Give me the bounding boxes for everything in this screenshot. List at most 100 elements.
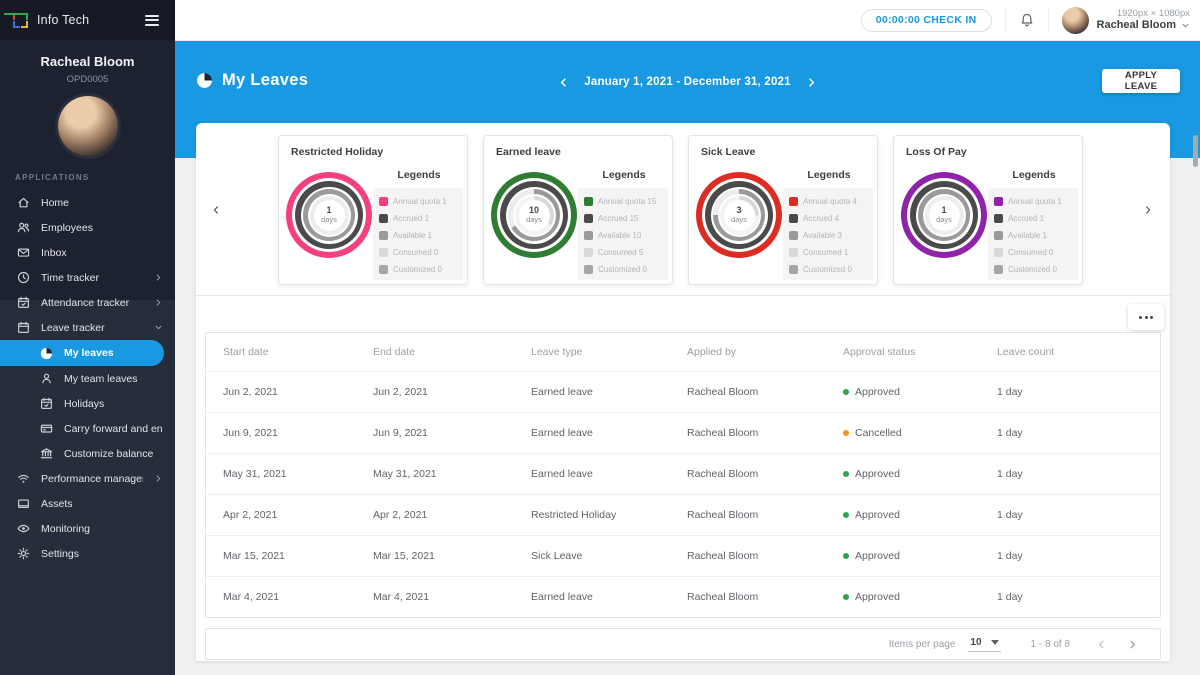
items-per-page-select[interactable]: 10 [968,637,1000,652]
donut-center-value: 10 [529,206,539,215]
legend-item: Available 1 [379,227,463,244]
sidebar-item-home[interactable]: Home [0,190,175,215]
cell-leave-count: 1 day [997,550,1160,562]
legend-label: Customized 0 [598,265,647,274]
table-row[interactable]: Jun 9, 2021Jun 9, 2021Earned leaveRachea… [206,412,1160,453]
sidebar-item-carry-forward-and-encashm[interactable]: Carry forward and encashm [0,416,175,441]
legend-label: Accrued 1 [393,214,429,223]
cell-approval-status: Approved [843,591,997,603]
legend-item: Annual quota 4 [789,193,873,210]
cell-approval-status: Approved [843,468,997,480]
cell-leave-type: Earned leave [531,427,687,439]
leave-card-title: Restricted Holiday [291,146,383,158]
sidebar-item-holidays[interactable]: Holidays [0,391,175,416]
leave-donut-chart: 10days [491,172,577,258]
table-row[interactable]: Apr 2, 2021Apr 2, 2021Restricted Holiday… [206,494,1160,535]
pagination-next-icon[interactable] [1127,639,1138,650]
hamburger-menu-icon[interactable] [142,12,162,29]
sidebar-item-monitoring[interactable]: Monitoring [0,516,175,541]
legend-swatch [994,231,1003,240]
pagination-prev-icon[interactable] [1096,639,1107,650]
status-dot [843,471,849,477]
sidebar-item-performance-management[interactable]: Performance management [0,466,175,491]
table-row[interactable]: Mar 4, 2021Mar 4, 2021Earned leaveRachea… [206,576,1160,617]
scrollbar-thumb[interactable] [1193,135,1198,167]
legend-list: Annual quota 15Accrued 15Available 10Con… [578,188,668,280]
legend-item: Consumed 0 [994,244,1078,261]
leave-card-title: Earned leave [496,146,561,158]
table-row[interactable]: May 31, 2021May 31, 2021Earned leaveRach… [206,453,1160,494]
sidebar-item-employees[interactable]: Employees [0,215,175,240]
sidebar-item-time-tracker[interactable]: Time tracker [0,265,175,290]
prev-period-chevron-icon[interactable] [558,77,569,88]
legend-label: Accrued 1 [1008,214,1044,223]
sidebar-profile: Racheal Bloom OPD0005 [0,40,175,156]
sidebar-item-my-leaves[interactable]: My leaves [0,340,164,366]
legend-item: Customized 0 [379,261,463,278]
table-row[interactable]: Mar 15, 2021Mar 15, 2021Sick LeaveRachea… [206,535,1160,576]
donut-center-unit: days [321,215,337,225]
topbar-avatar [1062,7,1089,34]
legend-swatch [379,265,388,274]
sidebar-item-inbox[interactable]: Inbox [0,240,175,265]
legend-swatch [584,197,593,206]
gear-icon [17,547,30,560]
profile-employee-id: OPD0005 [0,74,175,85]
sidebar-item-settings[interactable]: Settings [0,541,175,566]
legend-label: Available 10 [598,231,641,240]
sidebar-item-customize-balance[interactable]: Customize balance [0,441,175,466]
cell-start-date: Mar 4, 2021 [223,591,373,603]
legend-swatch [789,248,798,257]
leave-donut-chart: 1days [286,172,372,258]
cell-end-date: Jun 9, 2021 [373,427,531,439]
legend-label: Annual quota 1 [393,197,447,206]
profile-avatar[interactable] [58,96,118,156]
legend-label: Consumed 5 [598,248,643,257]
sidebar-item-my-team-leaves[interactable]: My team leaves [0,366,175,391]
topbar-divider [1048,8,1049,32]
sidebar-item-leave-tracker[interactable]: Leave tracker [0,315,175,340]
legend-item: Customized 0 [994,261,1078,278]
carousel-right-arrow-icon[interactable] [1137,199,1159,221]
legend-item: Available 10 [584,227,668,244]
pie-icon [40,347,53,360]
applications-section-label: APPLICATIONS [15,173,175,182]
sidebar-item-label: Settings [41,548,79,560]
leave-card-earned-leave: Earned leave10daysLegendsAnnual quota 15… [483,135,673,285]
check-in-button[interactable]: 00:00:00 CHECK IN [861,9,992,32]
items-per-page-value: 10 [970,637,981,648]
next-period-chevron-icon[interactable] [806,77,817,88]
sidebar-nav: HomeEmployeesInboxTime trackerAttendance… [0,190,175,566]
status-label: Approved [855,468,900,480]
status-dot [843,594,849,600]
cell-leave-type: Restricted Holiday [531,509,687,521]
sidebar-item-attendance-tracker[interactable]: Attendance tracker [0,290,175,315]
cell-leave-count: 1 day [997,468,1160,480]
table-row[interactable]: Jun 2, 2021Jun 2, 2021Earned leaveRachea… [206,371,1160,412]
leave-donut-chart: 1days [901,172,987,258]
legend-label: Annual quota 4 [803,197,857,206]
sidebar-item-label: Monitoring [41,523,90,535]
profile-name: Racheal Bloom [0,54,175,69]
clock-icon [17,271,30,284]
legend-swatch [789,265,798,274]
apply-leave-button[interactable]: APPLY LEAVE [1102,69,1180,93]
carousel-left-arrow-icon[interactable] [205,199,227,221]
legend-item: Accrued 1 [994,210,1078,227]
notifications-bell-icon[interactable] [1019,12,1035,28]
sidebar-item-label: Assets [41,498,73,510]
legend-swatch [584,248,593,257]
leave-card-title: Loss Of Pay [906,146,967,158]
user-menu[interactable]: 1920px × 1080px Racheal Bloom [1062,7,1194,34]
cell-start-date: Apr 2, 2021 [223,509,373,521]
legend-swatch [994,265,1003,274]
cell-end-date: May 31, 2021 [373,468,531,480]
cell-leave-count: 1 day [997,509,1160,521]
more-options-button[interactable] [1128,304,1164,330]
sidebar-item-assets[interactable]: Assets [0,491,175,516]
chevron-down-icon [1181,21,1190,30]
sidebar-item-label: Leave tracker [41,322,105,334]
resolution-label: 1920px × 1080px [1117,8,1190,19]
home-icon [17,196,30,209]
legend-swatch [379,248,388,257]
